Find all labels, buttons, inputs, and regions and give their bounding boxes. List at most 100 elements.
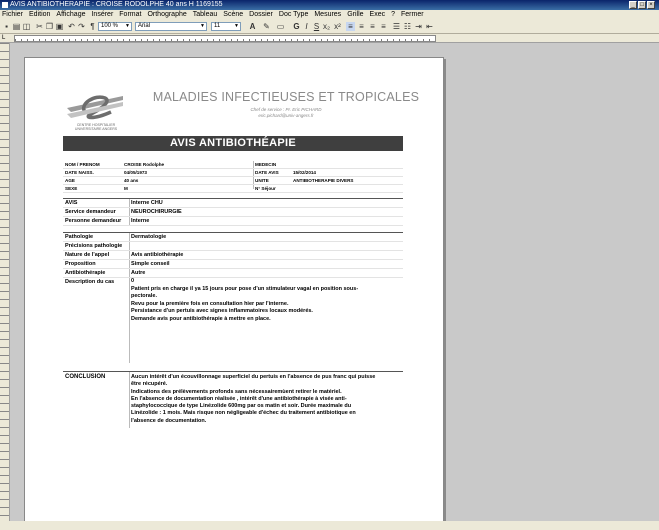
- patient-field-label: AGE: [65, 178, 75, 183]
- menu-item[interactable]: Mesures: [314, 10, 341, 20]
- clinical-row: Pathologie Dermatologie: [63, 233, 403, 242]
- copy-icon[interactable]: ❐: [45, 22, 54, 31]
- patient-field-label: DATE AVIS: [255, 170, 279, 175]
- menu-item[interactable]: Tableau: [193, 10, 218, 20]
- italic-icon[interactable]: I: [302, 22, 311, 31]
- clinical-row-label: Nature de l'appel: [65, 252, 110, 258]
- menu-item[interactable]: Edition: [29, 10, 50, 20]
- underline-icon[interactable]: S: [312, 22, 321, 31]
- menu-item[interactable]: Scène: [223, 10, 243, 20]
- patient-field-label: SEXE: [65, 186, 78, 191]
- avis-row: Personne demandeur Interne: [63, 217, 403, 226]
- menu-item[interactable]: Doc Type: [279, 10, 308, 20]
- patient-row: NOM / PRENOM CROISE Rodolphe MEDECIN: [63, 161, 403, 169]
- description-line: pectorale.: [131, 293, 157, 300]
- clinical-row: Antibiothérapie Autre: [63, 269, 403, 278]
- minimize-button[interactable]: _: [629, 1, 637, 9]
- save-icon[interactable]: ▪: [2, 22, 11, 31]
- patient-field-label: N° Séjour: [255, 186, 276, 191]
- hospital-logo: CENTRE HOSPITALIER UNIVERSITAIRE ANGERS: [65, 86, 127, 131]
- conclusion-line: Aucun intérêt d'un écouvillonnage superf…: [131, 374, 376, 380]
- menu-item[interactable]: Format: [119, 10, 141, 20]
- tab-stop-icon[interactable]: L: [2, 35, 10, 42]
- numbered-list-icon[interactable]: ☷: [403, 22, 412, 31]
- chief-of-service: Chef de service : Pr. Eric PICHARD: [250, 107, 322, 112]
- zoom-select[interactable]: 100 % ▼: [98, 22, 132, 31]
- outdent-icon[interactable]: ⇤: [425, 22, 434, 31]
- patient-field-value: M: [124, 186, 128, 191]
- clinical-row-value: Dermatologie: [131, 234, 167, 240]
- pilcrow-icon[interactable]: ¶: [88, 22, 97, 31]
- align-left-icon[interactable]: ≡: [346, 22, 355, 31]
- menu-item[interactable]: Exec: [370, 10, 386, 20]
- close-button[interactable]: ×: [647, 1, 655, 9]
- patient-field-value: 04/05/1973: [124, 170, 147, 175]
- indent-icon[interactable]: ⇥: [414, 22, 423, 31]
- conclusion-label: CONCLUSION: [65, 374, 106, 380]
- description-line: Demande avis pour antibiothérapie à mett…: [131, 315, 271, 322]
- description-line: Persistance d'un pertuis avec signes inf…: [131, 308, 313, 315]
- menu-item[interactable]: Insérer: [91, 10, 113, 20]
- clinical-row: Proposition Simple conseil: [63, 260, 403, 269]
- border-icon[interactable]: ▭: [276, 22, 285, 31]
- menu-item[interactable]: Affichage: [56, 10, 85, 20]
- justify-icon[interactable]: ≡: [379, 22, 388, 31]
- case-description: 0 Patient pris en charge il ya 15 jours p…: [131, 278, 358, 324]
- horizontal-ruler[interactable]: L: [0, 34, 659, 43]
- clinical-table: Pathologie Dermatologie Précisions patholo…: [63, 232, 403, 363]
- vertical-ruler[interactable]: [0, 43, 10, 521]
- menu-item[interactable]: Fermer: [401, 10, 424, 20]
- clinical-row: Nature de l'appel Avis antibiothérapie: [63, 251, 403, 260]
- print-icon[interactable]: ▤: [12, 22, 21, 31]
- avis-row-value: Interne: [131, 218, 150, 224]
- conclusion-text: Aucun intérêt d'un écouvillonnage superf…: [131, 374, 401, 425]
- highlight-icon[interactable]: ✎: [262, 22, 271, 31]
- department-title: MALADIES INFECTIEUSES ET TROPICALES: [152, 90, 420, 104]
- window-title: AVIS ANTIBIOTHERAPIE : CROISE RODOLPHE 4…: [10, 1, 223, 8]
- redo-icon[interactable]: ↷: [77, 22, 86, 31]
- conclusion-line: En l'absence de documentation réalisée ,…: [131, 395, 347, 402]
- patient-info-table: NOM / PRENOM CROISE Rodolphe MEDECIN DATE N…: [63, 161, 403, 193]
- font-select[interactable]: Arial ▼: [135, 22, 207, 31]
- menu-bar: Fichier Edition Affichage Insérer Format Orth…: [0, 10, 659, 20]
- subscript-icon[interactable]: x₂: [322, 22, 331, 31]
- clinical-row-label: Antibiothérapie: [65, 270, 106, 276]
- toolbar: ▪ ▤ ◫ ✂ ❐ ▣ ↶ ↷ ¶ 100 % ▼ Arial ▼ 11 ▼ A ✎ …: [0, 20, 659, 34]
- letterhead: CENTRE HOSPITALIER UNIVERSITAIRE ANGERS …: [65, 78, 419, 134]
- document-area: CENTRE HOSPITALIER UNIVERSITAIRE ANGERS …: [10, 43, 659, 521]
- menu-item[interactable]: Orthographe: [147, 10, 186, 20]
- paste-icon[interactable]: ▣: [55, 22, 64, 31]
- menu-item[interactable]: ?: [391, 10, 395, 20]
- patient-row: DATE NAISS. 04/05/1973 DATE AVIS 15/02/2014: [63, 169, 403, 177]
- avis-row-label: Service demandeur: [65, 209, 116, 215]
- bold-icon[interactable]: G: [292, 22, 301, 31]
- size-value: 11: [214, 23, 221, 29]
- conclusion-line: être récupéré.: [131, 381, 168, 388]
- list-icon[interactable]: ☰: [392, 22, 401, 31]
- menu-item[interactable]: Dossier: [249, 10, 273, 20]
- description-line: Revu pour la première fois en consultati…: [131, 300, 289, 307]
- superscript-icon[interactable]: x²: [333, 22, 342, 31]
- preview-icon[interactable]: ◫: [22, 22, 31, 31]
- patient-field-label: MEDECIN: [255, 162, 277, 167]
- font-color-icon[interactable]: A: [248, 22, 257, 31]
- description-line: 0: [131, 278, 135, 284]
- align-right-icon[interactable]: ≡: [368, 22, 377, 31]
- patient-field-label: NOM / PRENOM: [65, 162, 100, 167]
- document-page[interactable]: CENTRE HOSPITALIER UNIVERSITAIRE ANGERS …: [24, 57, 444, 521]
- menu-item[interactable]: Grille: [347, 10, 363, 20]
- cut-icon[interactable]: ✂: [35, 22, 44, 31]
- undo-icon[interactable]: ↶: [67, 22, 76, 31]
- patient-row: AGE 40 ans UNITE ANTIBIOTHERAPIE DIVERS: [63, 177, 403, 185]
- status-bar: [0, 521, 659, 530]
- description-label: Description du cas: [65, 279, 115, 285]
- conclusion-line: l'absence de documentation.: [131, 417, 207, 424]
- chief-email: eric.pichard@univ-angers.fr: [258, 113, 314, 118]
- align-center-icon[interactable]: ≡: [357, 22, 366, 31]
- size-select[interactable]: 11 ▼: [211, 22, 241, 31]
- avis-row-label: Personne demandeur: [65, 218, 122, 224]
- maximize-button[interactable]: □: [638, 1, 646, 9]
- menu-item[interactable]: Fichier: [2, 10, 23, 20]
- avis-row: AVIS Interne CHU: [63, 199, 403, 208]
- clinical-row-label: Proposition: [65, 261, 96, 267]
